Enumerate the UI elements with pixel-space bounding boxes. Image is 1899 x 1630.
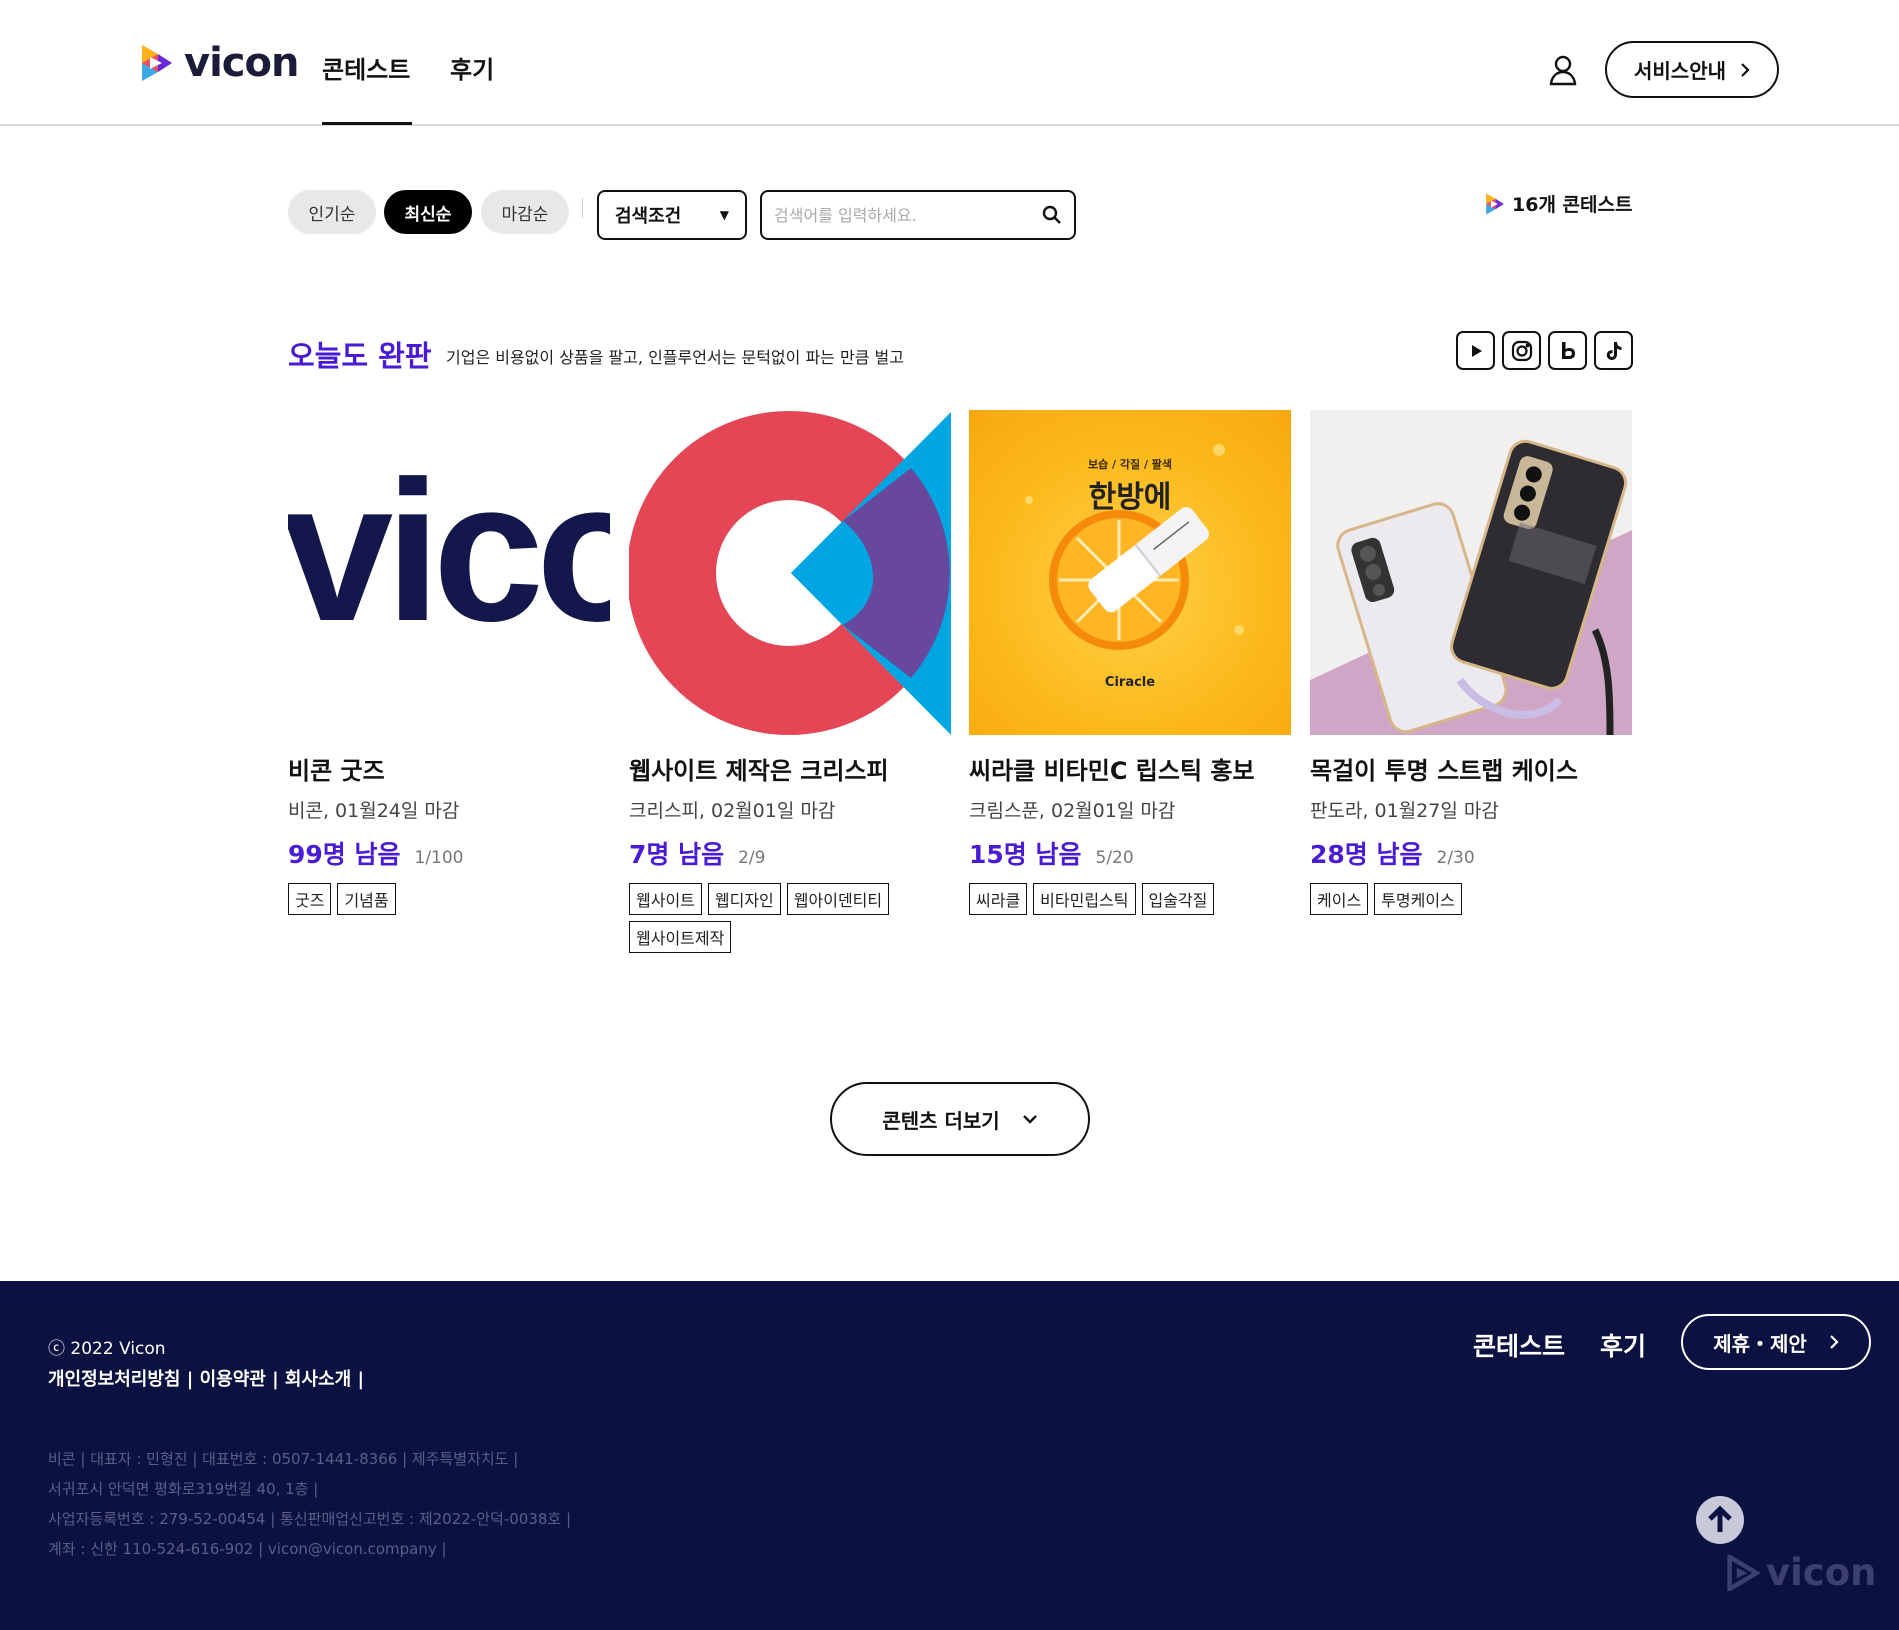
tag[interactable]: 웹사이트: [629, 883, 702, 915]
remain-ratio: 5/20: [1095, 848, 1134, 868]
remain-ratio: 2/30: [1436, 848, 1475, 868]
chevron-right-icon: [1830, 1335, 1839, 1349]
caret-down-icon: ▼: [719, 208, 729, 222]
nav-contest[interactable]: 콘테스트: [322, 50, 410, 85]
load-more-label: 콘텐츠 더보기: [882, 1108, 1000, 1133]
business-info-line: 계좌 : 신한 110-524-616-902 | vicon@vicon.co…: [48, 1540, 447, 1558]
vicon-logo-icon: [142, 45, 172, 81]
contest-card[interactable]: 웹사이트 제작은 크리스피 크리스피, 02월01일 마감 7명 남음 2/9 …: [629, 410, 951, 953]
tag-list: 웹사이트 웹디자인 웹아이덴티티 웹사이트제작: [629, 883, 951, 953]
card-meta: 크리스피, 02월01일 마감: [629, 800, 836, 822]
contest-card[interactable]: vico 비콘 굿즈 비콘, 01월24일 마감 99명 남음 1/100 굿즈…: [288, 410, 610, 915]
contest-count-text: 16개 콘테스트: [1512, 194, 1633, 216]
card-meta: 크림스푼, 02월01일 마감: [969, 800, 1176, 822]
logo-text: vicon: [184, 40, 299, 86]
partnership-button[interactable]: 제휴・제안: [1681, 1314, 1871, 1370]
remain-ratio: 1/100: [414, 848, 464, 868]
tag[interactable]: 기념품: [337, 883, 396, 915]
chevron-down-icon: [1022, 1115, 1037, 1124]
search-input[interactable]: [774, 205, 1042, 225]
remain-row: 28명 남음 2/30: [1310, 835, 1632, 871]
business-info-line: 서귀포시 안덕면 평화로319번길 40, 1층 |: [48, 1480, 319, 1498]
scroll-top-button[interactable]: [1696, 1496, 1744, 1544]
section-title: 오늘도 완판: [288, 339, 432, 373]
search-condition-select[interactable]: 검색조건 ▼: [597, 190, 747, 240]
remain-row: 99명 남음 1/100: [288, 835, 610, 871]
card-title[interactable]: 씨라클 비타민C 립스틱 홍보: [969, 751, 1291, 786]
footer-nav-contest[interactable]: 콘테스트: [1473, 1327, 1565, 1363]
contest-card[interactable]: 보습 / 각질 / 팔색 한방에 Ciracle 씨라클 비타민C 립스틱 홍보…: [969, 410, 1291, 915]
card-thumbnail[interactable]: vico: [288, 410, 610, 735]
card-title[interactable]: 비콘 굿즈: [288, 751, 610, 786]
tag-list: 케이스 투명케이스: [1310, 883, 1632, 915]
vicon-logo-icon: [1727, 1554, 1760, 1591]
section-subtitle: 기업은 비용없이 상품을 팔고, 인플루언서는 문턱없이 파는 만큼 벌고: [446, 348, 904, 367]
filter-divider: [582, 198, 583, 218]
card-meta: 비콘, 01월24일 마감: [288, 800, 460, 822]
tag[interactable]: 웹아이덴티티: [786, 883, 890, 915]
tiktok-icon[interactable]: [1594, 331, 1633, 370]
contest-card[interactable]: 목걸이 투명 스트랩 케이스 판도라, 01월27일 마감 28명 남음 2/3…: [1310, 410, 1632, 915]
footer-logo: vicon: [1726, 1551, 1877, 1594]
tag-list: 씨라클 비타민립스틱 입술각질: [969, 883, 1291, 915]
footer-nav-review[interactable]: 후기: [1600, 1327, 1646, 1363]
phone-case-image: [1310, 410, 1632, 735]
remain-count: 7명 남음: [629, 840, 725, 869]
remain-ratio: 2/9: [738, 848, 766, 868]
business-info-line: 사업자등록번호 : 279-52-00454 | 통신판매업신고번호 : 제20…: [48, 1510, 572, 1528]
sort-popular-button[interactable]: 인기순: [288, 190, 376, 234]
nav-review[interactable]: 후기: [450, 50, 494, 85]
remain-row: 15명 남음 5/20: [969, 835, 1291, 871]
arrow-up-icon: [1708, 1505, 1732, 1532]
service-guide-button[interactable]: 서비스안내: [1605, 41, 1779, 98]
tag[interactable]: 웹디자인: [707, 883, 781, 915]
crispy-logo-image: [629, 411, 951, 735]
remain-count: 99명 남음: [288, 840, 401, 869]
tag[interactable]: 씨라클: [969, 883, 1028, 915]
sort-newest-button[interactable]: 최신순: [384, 190, 472, 234]
footer-logo-text: vicon: [1766, 1551, 1877, 1594]
policy-links[interactable]: 개인정보처리방침 | 이용약관 | 회사소개 |: [48, 1365, 364, 1391]
copyright: ⓒ 2022 Vicon: [48, 1339, 166, 1359]
remain-row: 7명 남음 2/9: [629, 835, 951, 871]
partnership-label: 제휴・제안: [1713, 1331, 1807, 1356]
vicon-mini-icon: [1486, 193, 1504, 214]
remain-count: 15명 남음: [969, 840, 1082, 869]
tag-list: 굿즈 기념품: [288, 883, 610, 915]
card-title[interactable]: 웹사이트 제작은 크리스피: [629, 751, 951, 786]
search-box: [760, 190, 1076, 240]
card-thumbnail[interactable]: 보습 / 각질 / 팔색 한방에 Ciracle: [969, 410, 1291, 735]
tag[interactable]: 케이스: [1310, 883, 1369, 915]
remain-count: 28명 남음: [1310, 840, 1423, 869]
search-condition-label: 검색조건: [615, 206, 682, 227]
service-guide-label: 서비스안내: [1634, 59, 1726, 83]
blog-icon[interactable]: [1548, 331, 1587, 370]
card-meta: 판도라, 01월27일 마감: [1310, 800, 1499, 822]
instagram-icon[interactable]: [1502, 331, 1541, 370]
card-thumbnail[interactable]: [629, 410, 951, 735]
contest-count: 16개 콘테스트: [1484, 190, 1632, 217]
sort-deadline-button[interactable]: 마감순: [481, 190, 569, 234]
business-info-line: 비콘 | 대표자 : 민형진 | 대표번호 : 0507-1441-8366 |…: [48, 1450, 519, 1468]
tag[interactable]: 웹사이트제작: [629, 921, 732, 953]
user-icon[interactable]: [1548, 54, 1578, 90]
site-header: vicon 콘테스트 후기 서비스안내: [0, 0, 1899, 126]
tag[interactable]: 투명케이스: [1374, 883, 1462, 915]
site-footer: ⓒ 2022 Vicon 개인정보처리방침 | 이용약관 | 회사소개 | 비콘…: [0, 1281, 1899, 1630]
vicon-logo[interactable]: vicon: [138, 40, 299, 86]
search-icon[interactable]: [1042, 205, 1062, 225]
tag[interactable]: 비타민립스틱: [1033, 883, 1136, 915]
thumb-brand: Ciracle: [1104, 675, 1156, 690]
tag[interactable]: 입술각질: [1141, 883, 1215, 915]
business-info: 비콘 | 대표자 : 민형진 | 대표번호 : 0507-1441-8366 |…: [48, 1444, 571, 1564]
tag[interactable]: 굿즈: [288, 883, 332, 915]
youtube-icon[interactable]: [1456, 331, 1495, 370]
card-title[interactable]: 목걸이 투명 스트랩 케이스: [1310, 751, 1632, 786]
nav-active-underline: [322, 122, 412, 125]
load-more-button[interactable]: 콘텐츠 더보기: [830, 1082, 1090, 1156]
thumb-logo-text: vico: [288, 440, 610, 663]
chevron-right-icon: [1741, 62, 1750, 77]
card-thumbnail[interactable]: [1310, 410, 1632, 735]
